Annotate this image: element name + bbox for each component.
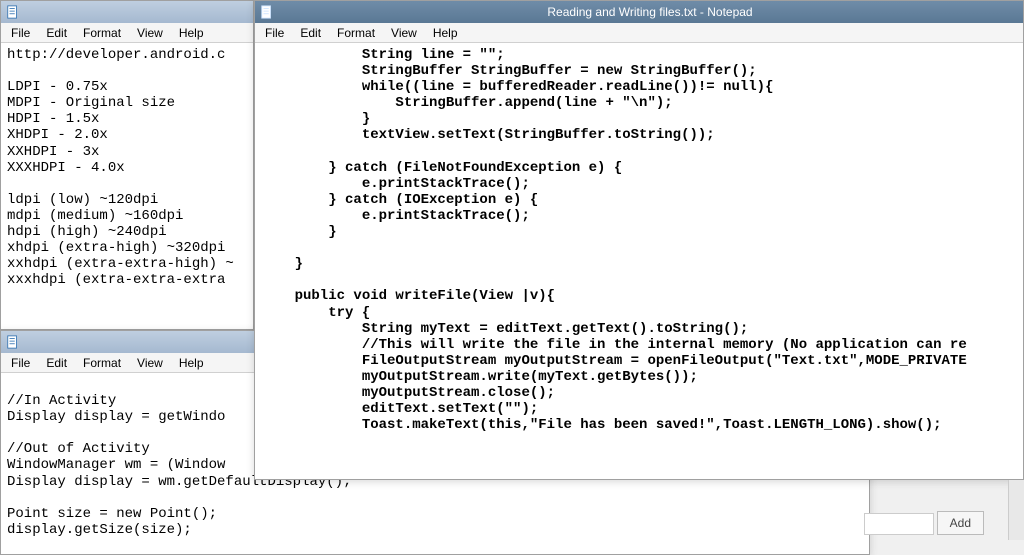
menu-edit[interactable]: Edit xyxy=(38,24,75,42)
notepad-icon xyxy=(259,4,275,20)
notepad-icon xyxy=(5,4,21,20)
menu-format[interactable]: Format xyxy=(75,354,129,372)
menu-file[interactable]: File xyxy=(257,24,292,42)
notepad-icon xyxy=(5,334,21,350)
menu-file[interactable]: File xyxy=(3,354,38,372)
vertical-scrollbar[interactable] xyxy=(1008,480,1024,540)
menu-help[interactable]: Help xyxy=(171,24,212,42)
text-area-bg-top[interactable]: http://developer.android.c LDPI - 0.75x … xyxy=(1,43,253,329)
titlebar-bg-top[interactable] xyxy=(1,1,253,23)
menu-edit[interactable]: Edit xyxy=(292,24,329,42)
menu-view[interactable]: View xyxy=(129,354,171,372)
menu-edit[interactable]: Edit xyxy=(38,354,75,372)
window-title: Reading and Writing files.txt - Notepad xyxy=(281,5,1019,19)
notepad-window-bg-top: File Edit Format View Help http://develo… xyxy=(0,0,254,330)
notepad-window-main: Reading and Writing files.txt - Notepad … xyxy=(254,0,1024,480)
menu-view[interactable]: View xyxy=(129,24,171,42)
text-area-main[interactable]: String line = ""; StringBuffer StringBuf… xyxy=(255,43,1023,479)
menu-help[interactable]: Help xyxy=(171,354,212,372)
menu-help[interactable]: Help xyxy=(425,24,466,42)
menu-file[interactable]: File xyxy=(3,24,38,42)
menu-format[interactable]: Format xyxy=(75,24,129,42)
menu-format[interactable]: Format xyxy=(329,24,383,42)
menubar-bg-top: File Edit Format View Help xyxy=(1,23,253,43)
titlebar-main[interactable]: Reading and Writing files.txt - Notepad xyxy=(255,1,1023,23)
add-button[interactable]: Add xyxy=(937,511,984,535)
menu-view[interactable]: View xyxy=(383,24,425,42)
menubar-main: File Edit Format View Help xyxy=(255,23,1023,43)
text-input-stub[interactable] xyxy=(864,513,934,535)
